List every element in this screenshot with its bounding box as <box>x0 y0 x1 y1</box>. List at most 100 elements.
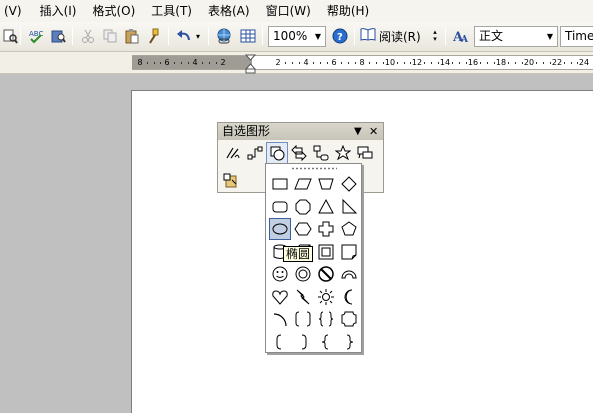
menu-insert[interactable]: 插入(I) <box>34 1 83 21</box>
zoom-combo[interactable]: 100% ▼ <box>268 26 326 47</box>
donut-icon[interactable] <box>292 263 314 285</box>
ruler-tick-mark <box>327 62 328 64</box>
indent-marker-icon[interactable] <box>245 52 256 74</box>
read-icon <box>360 27 376 47</box>
close-icon[interactable]: ✕ <box>369 123 378 140</box>
right-triangle-icon[interactable] <box>338 196 360 218</box>
folded-corner-icon[interactable] <box>338 241 360 263</box>
lightning-bolt-icon[interactable] <box>292 286 314 308</box>
menu-tools[interactable]: 工具(T) <box>145 1 198 21</box>
double-brace-icon[interactable] <box>315 308 337 330</box>
trapezoid-icon[interactable] <box>315 173 337 195</box>
rounded-rectangle-icon[interactable] <box>269 196 291 218</box>
ruler-tick-mark <box>376 62 377 64</box>
arc-icon[interactable] <box>269 308 291 330</box>
ruler-tick-label: 16 <box>467 58 479 67</box>
undo-icon[interactable] <box>174 26 194 46</box>
ruler-tick-mark <box>431 62 432 64</box>
oval-icon[interactable] <box>269 218 291 240</box>
pentagon-icon[interactable] <box>338 218 360 240</box>
ruler-tick-label: 2 <box>220 58 226 67</box>
basic-shapes-icon[interactable] <box>266 142 288 164</box>
diamond-icon[interactable] <box>338 173 360 195</box>
hyperlink-icon[interactable] <box>214 26 234 46</box>
flowchart-icon[interactable] <box>310 142 332 164</box>
ruler-tick-label: 4 <box>192 58 198 67</box>
cut-icon[interactable] <box>78 26 98 46</box>
style-combo[interactable]: 正文 ▼ <box>474 26 558 47</box>
toolbar-options-icon[interactable]: ▼ <box>354 123 362 140</box>
heart-icon[interactable] <box>269 286 291 308</box>
table-icon[interactable] <box>238 26 258 46</box>
left-brace-icon[interactable] <box>315 331 337 353</box>
ruler-tick-mark <box>438 62 439 64</box>
styles-icon[interactable]: AA <box>452 26 472 46</box>
menu-grip[interactable] <box>291 167 337 170</box>
toolbar-options-icon[interactable]: ▴ ▾ <box>430 26 440 46</box>
zoom-value: 100% <box>273 29 308 43</box>
undo-dropdown-icon[interactable]: ▾ <box>193 26 203 46</box>
ruler-tick-mark <box>466 62 467 64</box>
smiley-face-icon[interactable] <box>269 263 291 285</box>
plaque-icon[interactable] <box>338 308 360 330</box>
toolbar-separator <box>20 27 21 45</box>
svg-text:?: ? <box>337 32 343 43</box>
ruler-tick-mark <box>209 62 210 64</box>
ruler-tick-label: 6 <box>164 58 170 67</box>
ruler-tick-mark <box>452 62 453 64</box>
standard-toolbar: ABC ▾ 100% ▼ ? 阅读(R) ▴ ▾ AA 正文 ▼ Tim <box>0 22 593 52</box>
ruler-tick-mark <box>299 62 300 64</box>
rectangle-icon[interactable] <box>269 173 291 195</box>
octagon-icon[interactable] <box>292 196 314 218</box>
help-icon[interactable]: ? <box>330 26 350 46</box>
stars-banners-icon[interactable] <box>332 142 354 164</box>
spelling-icon[interactable]: ABC <box>26 26 46 46</box>
no-symbol-icon[interactable] <box>315 263 337 285</box>
ruler-tick-label: 12 <box>411 58 423 67</box>
double-bracket-icon[interactable] <box>292 308 314 330</box>
right-bracket-icon[interactable] <box>292 331 314 353</box>
autoshapes-title-bar[interactable]: 自选图形 ▼ ✕ <box>218 123 383 140</box>
ruler-tick-mark <box>480 62 481 64</box>
toolbar-separator <box>208 27 209 45</box>
menu-window[interactable]: 窗口(W) <box>260 1 317 21</box>
ruler-tick-mark <box>202 62 203 64</box>
block-arrows-icon[interactable] <box>288 142 310 164</box>
menu-format[interactable]: 格式(O) <box>86 1 141 21</box>
print-preview-icon[interactable] <box>0 26 20 46</box>
read-button[interactable]: 阅读(R) <box>360 26 421 47</box>
block-arc-icon[interactable] <box>338 263 360 285</box>
connectors-icon[interactable] <box>244 142 266 164</box>
lines-icon[interactable] <box>222 142 244 164</box>
parallelogram-icon[interactable] <box>292 173 314 195</box>
hexagon-icon[interactable] <box>292 218 314 240</box>
cross-icon[interactable] <box>315 218 337 240</box>
ruler-tick-label: 4 <box>303 58 309 67</box>
bevel-icon[interactable] <box>315 241 337 263</box>
moon-icon[interactable] <box>338 286 360 308</box>
paste-icon[interactable] <box>122 26 142 46</box>
left-bracket-icon[interactable] <box>269 331 291 353</box>
ruler-tick-label: 6 <box>331 58 337 67</box>
copy-icon[interactable] <box>100 26 120 46</box>
more-autoshapes-icon[interactable] <box>220 171 242 191</box>
menu-help[interactable]: 帮助(H) <box>321 1 375 21</box>
ruler-tick-mark <box>348 62 349 64</box>
ruler-bar: 8 6 4 2 2 4 6 8 10 12 14 16 18 20 22 24 <box>0 52 593 74</box>
ruler-tick-mark <box>181 62 182 64</box>
isosceles-triangle-icon[interactable] <box>315 196 337 218</box>
autoshapes-title: 自选图形 <box>222 124 271 138</box>
ruler-tick-mark <box>522 62 523 64</box>
sun-icon[interactable] <box>315 286 337 308</box>
menu-view[interactable]: (V) <box>0 1 26 21</box>
ruler-tick-mark <box>459 62 460 64</box>
callouts-icon[interactable] <box>354 142 376 164</box>
ruler-tick-mark <box>543 62 544 64</box>
menu-table[interactable]: 表格(A) <box>202 1 256 21</box>
horizontal-ruler[interactable]: 8 6 4 2 2 4 6 8 10 12 14 16 18 20 22 24 <box>132 55 593 70</box>
font-combo[interactable]: Times <box>560 26 593 47</box>
right-brace-icon[interactable] <box>338 331 360 353</box>
format-painter-icon[interactable] <box>144 26 164 46</box>
ruler-tick-mark <box>550 62 551 64</box>
research-icon[interactable] <box>48 26 68 46</box>
